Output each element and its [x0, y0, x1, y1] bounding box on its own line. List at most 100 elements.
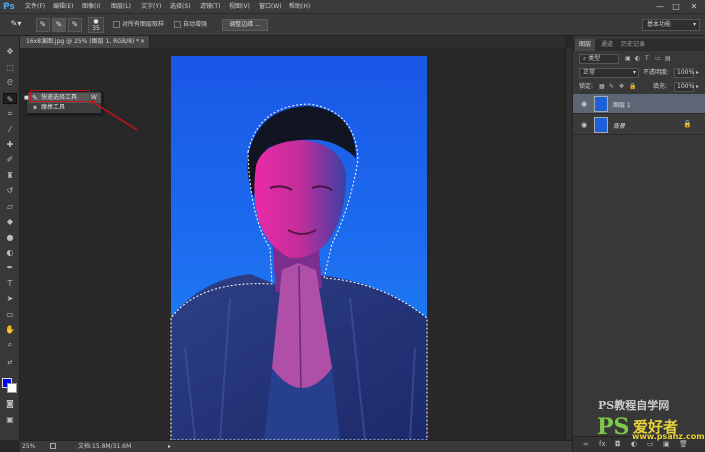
auto-enhance-checkbox[interactable]	[174, 21, 181, 28]
flyout-item-magic-wand[interactable]: ✶ 魔棒工具	[29, 103, 101, 113]
menu-edit[interactable]: 编辑(E)	[53, 2, 73, 12]
menu-bar: Ps 文件(F) 编辑(E) 图像(I) 图层(L) 文字(Y) 选择(S) 滤…	[0, 0, 705, 14]
menu-view[interactable]: 视图(V)	[229, 2, 250, 12]
lock-label: 锁定:	[579, 83, 594, 90]
quick-mask-icon[interactable]: ◙	[3, 398, 17, 409]
new-selection-mode-icon[interactable]: ✎	[36, 18, 50, 32]
vertical-scrollbar[interactable]	[565, 48, 572, 440]
link-layers-icon[interactable]: ∞	[583, 440, 589, 448]
workspace-select[interactable]: 基本功能 ▾	[642, 19, 700, 31]
background-color-swatch[interactable]	[7, 383, 17, 393]
fill-field[interactable]: 100%	[674, 82, 694, 92]
type-tool-icon[interactable]: T	[3, 278, 17, 289]
sample-all-layers-checkbox[interactable]	[113, 21, 120, 28]
minimize-button[interactable]: —	[654, 1, 666, 12]
status-bar: 25% 文档:15.8M/31.6M ▸	[20, 440, 572, 452]
rectangle-tool-icon[interactable]: ▭	[3, 309, 17, 320]
close-window-button[interactable]: ✕	[688, 1, 700, 12]
opacity-label: 不透明度:	[643, 69, 670, 76]
fill-slider-arrow-icon[interactable]: ▸	[696, 82, 699, 92]
flyout-item-label: 魔棒工具	[41, 104, 66, 111]
dodge-tool-icon[interactable]: ◐	[3, 247, 17, 258]
layer-row-layer-1[interactable]: ◉ 图层 1	[573, 94, 705, 114]
menu-type[interactable]: 文字(Y)	[141, 2, 161, 12]
close-tab-icon[interactable]: ×	[140, 36, 145, 48]
opacity-field[interactable]: 100%	[674, 68, 694, 78]
menu-image[interactable]: 图像(I)	[82, 2, 100, 12]
move-tool-icon[interactable]: ✥	[3, 46, 17, 57]
lock-position-icon[interactable]: ✥	[619, 82, 624, 92]
brush-size-picker[interactable]: ● 35	[88, 17, 104, 33]
history-brush-tool-icon[interactable]: ↺	[3, 185, 17, 196]
path-selection-tool-icon[interactable]: ➤	[3, 293, 17, 304]
zoom-level[interactable]: 25%	[22, 441, 35, 452]
filter-smart-object-icon[interactable]: ▤	[665, 54, 671, 64]
watermark-url: www.psahz.com	[632, 432, 705, 441]
tab-channels[interactable]: 通道	[597, 39, 617, 51]
lock-transparent-icon[interactable]: ▦	[599, 82, 605, 92]
visibility-eye-icon[interactable]: ◉	[581, 121, 587, 129]
blur-tool-icon[interactable]: ●	[3, 232, 17, 243]
add-mask-icon[interactable]: ◘	[615, 440, 621, 448]
document-info-icon[interactable]	[50, 443, 56, 449]
document-size: 文档:15.8M/31.6M	[78, 443, 132, 450]
new-group-icon[interactable]: ▭	[647, 440, 654, 448]
crop-tool-icon[interactable]: ⌗	[3, 108, 17, 119]
status-menu-arrow-icon[interactable]: ▸	[168, 441, 171, 452]
brush-size-value: 35	[92, 25, 100, 32]
menu-window[interactable]: 窗口(W)	[259, 2, 282, 12]
adjustment-layer-icon[interactable]: ◐	[631, 440, 637, 448]
tool-preset-picker[interactable]: ✎▾	[6, 18, 26, 32]
blend-mode-select[interactable]: 正常 ▾	[579, 68, 639, 78]
options-bar: ✎▾ ✎ ✎ ✎ ● 35 对所有图层取样 自动增强 调整边缘 ... 基本功能…	[0, 14, 705, 36]
filter-type-icon[interactable]: T	[645, 54, 649, 64]
brush-tool-icon[interactable]: ✐	[3, 154, 17, 165]
swap-colors-icon[interactable]: ⇄	[3, 357, 17, 368]
annotation-dot	[91, 100, 95, 104]
screen-mode-icon[interactable]: ▣	[3, 414, 17, 425]
quick-selection-icon: ✎▾	[10, 19, 22, 28]
chevron-down-icon: ▾	[692, 21, 696, 28]
tab-layers[interactable]: 图层	[575, 39, 596, 51]
lock-all-icon[interactable]: 🔒	[629, 82, 636, 92]
panel-tabs: 图层 通道 历史记录	[573, 39, 705, 51]
subtract-from-selection-mode-icon[interactable]: ✎	[68, 18, 82, 32]
maximize-button[interactable]: □	[670, 1, 682, 12]
menu-filter[interactable]: 滤镜(T)	[200, 2, 220, 12]
eyedropper-tool-icon[interactable]: ⁄	[3, 124, 17, 135]
layer-name: 背景	[613, 123, 626, 130]
delete-layer-icon[interactable]: 🗑	[679, 440, 688, 448]
lock-image-icon[interactable]: ✎	[609, 82, 614, 92]
layer-style-icon[interactable]: fx	[599, 440, 606, 448]
pen-tool-icon[interactable]: ✒	[3, 262, 17, 273]
photo-image	[171, 56, 427, 440]
menu-select[interactable]: 选择(S)	[170, 2, 191, 12]
menu-layer[interactable]: 图层(L)	[111, 2, 131, 12]
filter-pixel-icon[interactable]: ▣	[625, 54, 631, 64]
menu-help[interactable]: 帮助(H)	[289, 2, 310, 12]
paint-bucket-tool-icon[interactable]: ◆	[3, 216, 17, 227]
clone-stamp-tool-icon[interactable]: ♜	[3, 170, 17, 181]
layer-row-background[interactable]: ◉ 背景 🔒	[573, 115, 705, 135]
zoom-tool-icon[interactable]: ⌕	[3, 339, 17, 350]
selected-bullet-icon: ■	[24, 95, 29, 101]
menu-file[interactable]: 文件(F)	[25, 2, 45, 12]
tab-strip	[150, 36, 565, 48]
opacity-slider-arrow-icon[interactable]: ▸	[696, 68, 699, 78]
layer-kind-filter[interactable]: ⌕ 类型	[579, 54, 619, 64]
filter-adjustment-icon[interactable]: ◐	[635, 54, 640, 64]
refine-edge-button[interactable]: 调整边缘 ...	[222, 19, 268, 31]
filter-shape-icon[interactable]: ▭	[655, 54, 661, 64]
tab-history[interactable]: 历史记录	[617, 39, 649, 51]
add-to-selection-mode-icon[interactable]: ✎	[52, 18, 66, 32]
eraser-tool-icon[interactable]: ▱	[3, 201, 17, 212]
quick-selection-tool-icon[interactable]: ✎	[3, 93, 17, 104]
healing-brush-tool-icon[interactable]: ✚	[3, 139, 17, 150]
marquee-tool-icon[interactable]: ⬚	[3, 62, 17, 73]
document-tab[interactable]: 16x8演图.jpg @ 25% (图层 1, RGB/8) * ×	[20, 36, 150, 48]
new-layer-icon[interactable]: ▣	[663, 440, 670, 448]
lasso-tool-icon[interactable]: ᘓ	[3, 77, 17, 88]
document-tab-title: 16x8演图.jpg @ 25% (图层 1, RGB/8) *	[26, 38, 140, 45]
hand-tool-icon[interactable]: ✋	[3, 324, 17, 335]
visibility-eye-icon[interactable]: ◉	[581, 100, 587, 108]
